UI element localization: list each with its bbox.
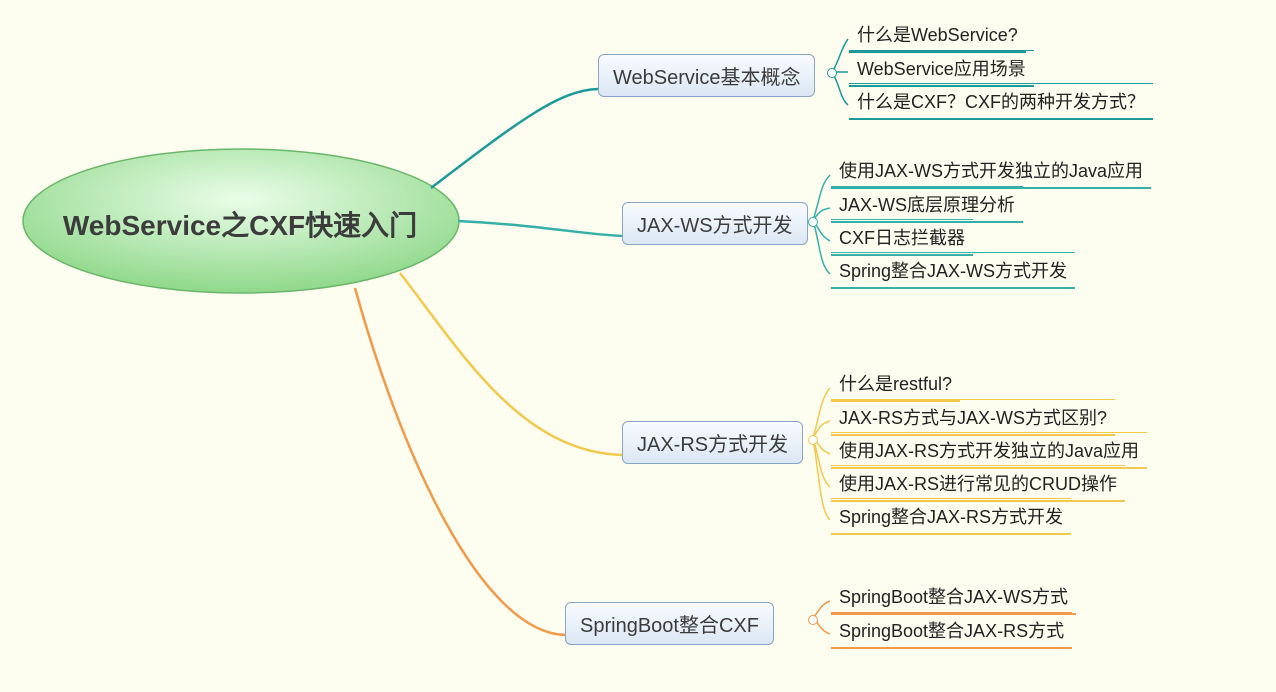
root-node: WebService之CXF快速入门 (60, 204, 420, 244)
leaf-item[interactable]: 什么是restful? (831, 366, 960, 402)
leaf-item[interactable]: 什么是WebService? (849, 17, 1026, 53)
branch-jaxrs[interactable]: JAX-RS方式开发 (622, 421, 803, 464)
connector-dot (808, 217, 818, 227)
leaf-item[interactable]: WebService应用场景 (849, 50, 1034, 87)
connector-dot (808, 615, 818, 625)
branch-jaxws[interactable]: JAX-WS方式开发 (622, 202, 808, 245)
branch-springboot-cxf[interactable]: SpringBoot整合CXF (565, 602, 774, 645)
leaf-item[interactable]: 使用JAX-RS进行常见的CRUD操作 (831, 465, 1125, 502)
connector-dot (808, 435, 818, 445)
leaf-item[interactable]: JAX-WS底层原理分析 (831, 186, 1023, 223)
leaf-item[interactable]: SpringBoot整合JAX-RS方式 (831, 612, 1072, 649)
leaf-item[interactable]: 使用JAX-RS方式开发独立的Java应用 (831, 432, 1147, 469)
leaf-item[interactable]: JAX-RS方式与JAX-WS方式区别? (831, 399, 1115, 436)
leaf-item[interactable]: Spring整合JAX-RS方式开发 (831, 498, 1071, 535)
leaf-item[interactable]: CXF日志拦截器 (831, 219, 973, 256)
leaf-item[interactable]: 使用JAX-WS方式开发独立的Java应用 (831, 153, 1151, 189)
leaf-item[interactable]: Spring整合JAX-WS方式开发 (831, 252, 1075, 289)
leaf-item[interactable]: 什么是CXF？CXF的两种开发方式？ (849, 83, 1153, 120)
connector-dot (827, 68, 837, 78)
leaf-item[interactable]: SpringBoot整合JAX-WS方式 (831, 579, 1076, 615)
branch-webservice-basics[interactable]: WebService基本概念 (598, 54, 815, 97)
